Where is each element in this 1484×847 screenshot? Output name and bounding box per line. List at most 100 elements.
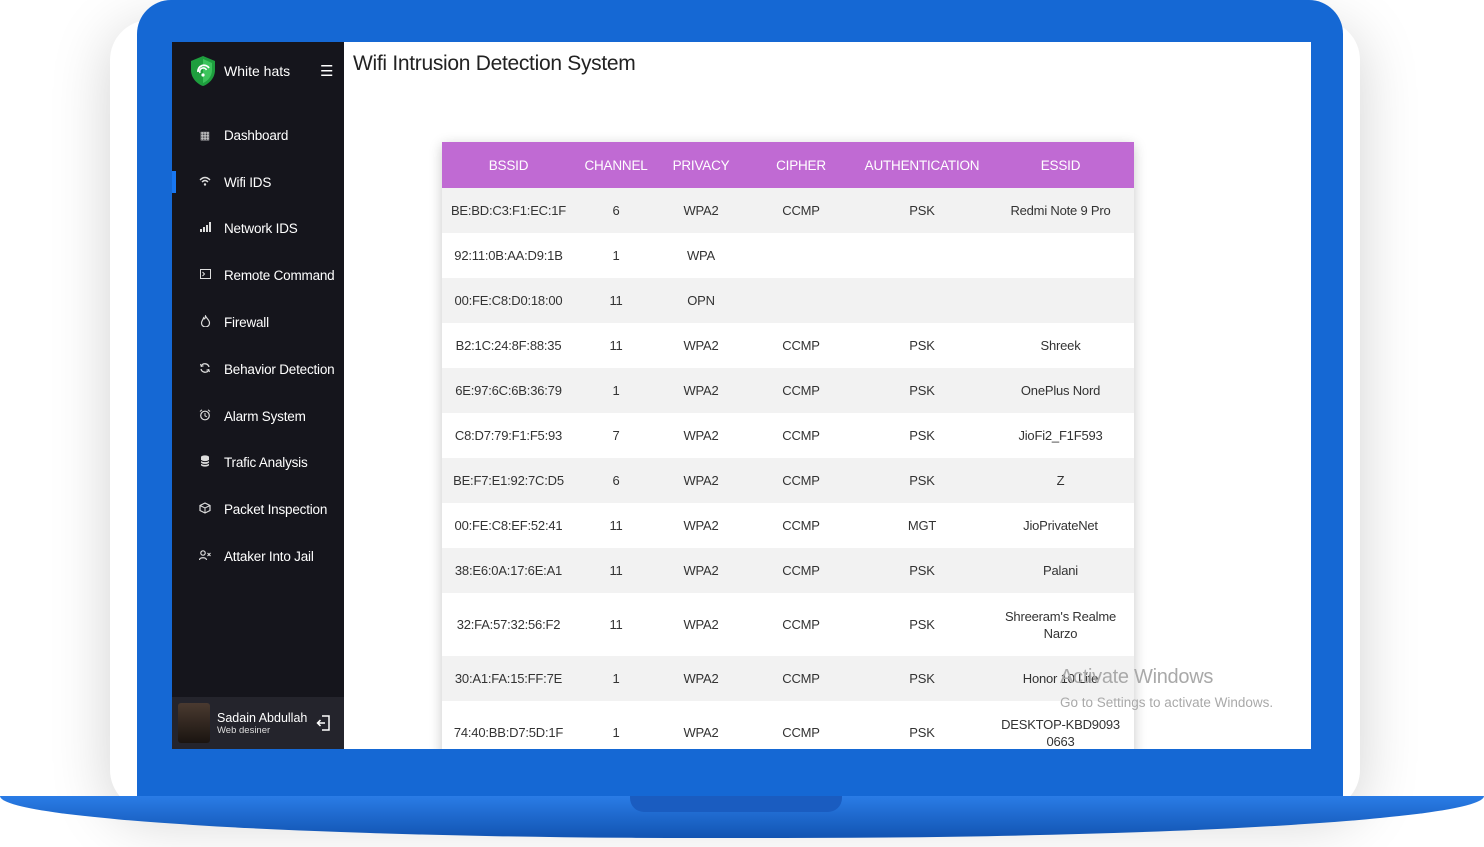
sidebar-item-wifi-ids[interactable]: Wifi IDS [172, 159, 344, 206]
cell-privacy: WPA2 [657, 368, 745, 413]
cell-authentication: PSK [857, 458, 987, 503]
cell-essid: Redmi Note 9 Pro [987, 188, 1134, 233]
cell-authentication: PSK [857, 593, 987, 656]
sidebar: White hats ☰ ▦ Dashboard Wifi IDS Networ… [172, 42, 344, 749]
cell-essid: Shreek [987, 323, 1134, 368]
cell-bssid: B2:1C:24:8F:88:35 [442, 323, 575, 368]
cell-cipher: CCMP [745, 701, 857, 749]
cell-essid: OnePlus Nord [987, 368, 1134, 413]
cell-privacy: WPA2 [657, 323, 745, 368]
signal-bars-icon [198, 222, 212, 235]
laptop-notch [630, 796, 842, 812]
stack-icon [198, 455, 212, 470]
cell-authentication [857, 233, 987, 278]
sidebar-item-label: Firewall [224, 315, 269, 331]
table-row[interactable]: 74:40:BB:D7:5D:1F 1 WPA2 CCMP PSK DESKTO… [442, 701, 1134, 749]
cell-privacy: WPA [657, 233, 745, 278]
cell-essid: DESKTOP-KBD9093 0663 [987, 701, 1134, 749]
sync-icon [198, 362, 212, 377]
cell-privacy: WPA2 [657, 548, 745, 593]
sidebar-item-label: Trafic Analysis [224, 455, 308, 471]
cell-essid: Z [987, 458, 1134, 503]
cell-privacy: WPA2 [657, 593, 745, 656]
page-title: Wifi Intrusion Detection System [353, 52, 636, 75]
table-row[interactable]: BE:BD:C3:F1:EC:1F 6 WPA2 CCMP PSK Redmi … [442, 188, 1134, 233]
table-row[interactable]: BE:F7:E1:92:7C:D5 6 WPA2 CCMP PSK Z [442, 458, 1134, 503]
fire-icon [198, 314, 212, 330]
table-row[interactable]: C8:D7:79:F1:F5:93 7 WPA2 CCMP PSK JioFi2… [442, 413, 1134, 458]
logout-icon[interactable] [316, 715, 330, 731]
column-header-authentication[interactable]: AUTHENTICATION [857, 142, 987, 188]
column-header-cipher[interactable]: CIPHER [745, 142, 857, 188]
sidebar-item-alarm-system[interactable]: Alarm System [172, 393, 344, 440]
avatar[interactable] [178, 703, 210, 743]
hamburger-menu-icon[interactable]: ☰ [320, 62, 333, 80]
table-row[interactable]: 6E:97:6C:6B:36:79 1 WPA2 CCMP PSK OnePlu… [442, 368, 1134, 413]
cell-cipher [745, 233, 857, 278]
cell-cipher: CCMP [745, 368, 857, 413]
table-row[interactable]: 00:FE:C8:EF:52:41 11 WPA2 CCMP MGT JioPr… [442, 503, 1134, 548]
brand[interactable]: White hats [190, 54, 290, 88]
cell-channel: 6 [575, 458, 657, 503]
cell-bssid: C8:D7:79:F1:F5:93 [442, 413, 575, 458]
table-row[interactable]: 92:11:0B:AA:D9:1B 1 WPA [442, 233, 1134, 278]
cell-authentication [857, 278, 987, 323]
cube-icon [198, 502, 212, 517]
cell-channel: 11 [575, 593, 657, 656]
cell-cipher: CCMP [745, 548, 857, 593]
alarm-clock-icon [198, 409, 212, 424]
cell-privacy: WPA2 [657, 701, 745, 749]
cell-channel: 6 [575, 188, 657, 233]
cell-authentication: PSK [857, 548, 987, 593]
table-row[interactable]: B2:1C:24:8F:88:35 11 WPA2 CCMP PSK Shree… [442, 323, 1134, 368]
cell-cipher [745, 278, 857, 323]
cell-cipher: CCMP [745, 656, 857, 701]
main-content: Wifi Intrusion Detection System BSSID CH… [344, 42, 1311, 749]
cell-essid [987, 233, 1134, 278]
sidebar-item-firewall[interactable]: Firewall [172, 299, 344, 346]
column-header-channel[interactable]: CHANNEL [575, 142, 657, 188]
cell-channel: 7 [575, 413, 657, 458]
cell-cipher: CCMP [745, 188, 857, 233]
sidebar-item-network-ids[interactable]: Network IDS [172, 206, 344, 253]
cell-authentication: PSK [857, 323, 987, 368]
table-row[interactable]: 00:FE:C8:D0:18:00 11 OPN [442, 278, 1134, 323]
cell-bssid: BE:BD:C3:F1:EC:1F [442, 188, 575, 233]
column-header-bssid[interactable]: BSSID [442, 142, 575, 188]
sidebar-item-label: Packet Inspection [224, 502, 328, 518]
cell-cipher: CCMP [745, 503, 857, 548]
cell-bssid: 30:A1:FA:15:FF:7E [442, 656, 575, 701]
cell-bssid: 6E:97:6C:6B:36:79 [442, 368, 575, 413]
sidebar-item-label: Behavior Detection [224, 361, 335, 377]
cell-authentication: PSK [857, 368, 987, 413]
cell-privacy: WPA2 [657, 503, 745, 548]
cell-authentication: PSK [857, 656, 987, 701]
cell-privacy: WPA2 [657, 458, 745, 503]
laptop-screen: White hats ☰ ▦ Dashboard Wifi IDS Networ… [172, 42, 1311, 749]
brand-name: White hats [224, 63, 291, 79]
column-header-essid[interactable]: ESSID [987, 142, 1134, 188]
cell-essid: JioFi2_F1F593 [987, 413, 1134, 458]
table-row[interactable]: 32:FA:57:32:56:F2 11 WPA2 CCMP PSK Shree… [442, 593, 1134, 656]
cell-privacy: OPN [657, 278, 745, 323]
table-row[interactable]: 30:A1:FA:15:FF:7E 1 WPA2 CCMP PSK Honor … [442, 656, 1134, 701]
cell-channel: 11 [575, 323, 657, 368]
sidebar-item-dashboard[interactable]: ▦ Dashboard [172, 112, 344, 159]
table-row[interactable]: 38:E6:0A:17:6E:A1 11 WPA2 CCMP PSK Palan… [442, 548, 1134, 593]
terminal-icon [198, 269, 212, 282]
cell-cipher: CCMP [745, 413, 857, 458]
cell-cipher: CCMP [745, 323, 857, 368]
sidebar-item-remote-command[interactable]: Remote Command [172, 252, 344, 299]
cell-cipher: CCMP [745, 458, 857, 503]
column-header-privacy[interactable]: PRIVACY [657, 142, 745, 188]
cell-essid: Palani [987, 548, 1134, 593]
sidebar-item-packet-inspection[interactable]: Packet Inspection [172, 486, 344, 533]
cell-authentication: PSK [857, 701, 987, 749]
sidebar-item-behavior-detection[interactable]: Behavior Detection [172, 346, 344, 393]
user-profile: Sadain Abdullah Web desiner [172, 697, 344, 749]
table-header-row: BSSID CHANNEL PRIVACY CIPHER AUTHENTICAT… [442, 142, 1134, 188]
sidebar-item-label: Network IDS [224, 221, 298, 237]
sidebar-item-attaker-into-jail[interactable]: Attaker Into Jail [172, 533, 344, 580]
sidebar-item-trafic-analysis[interactable]: Trafic Analysis [172, 440, 344, 487]
grid-icon: ▦ [199, 129, 211, 142]
